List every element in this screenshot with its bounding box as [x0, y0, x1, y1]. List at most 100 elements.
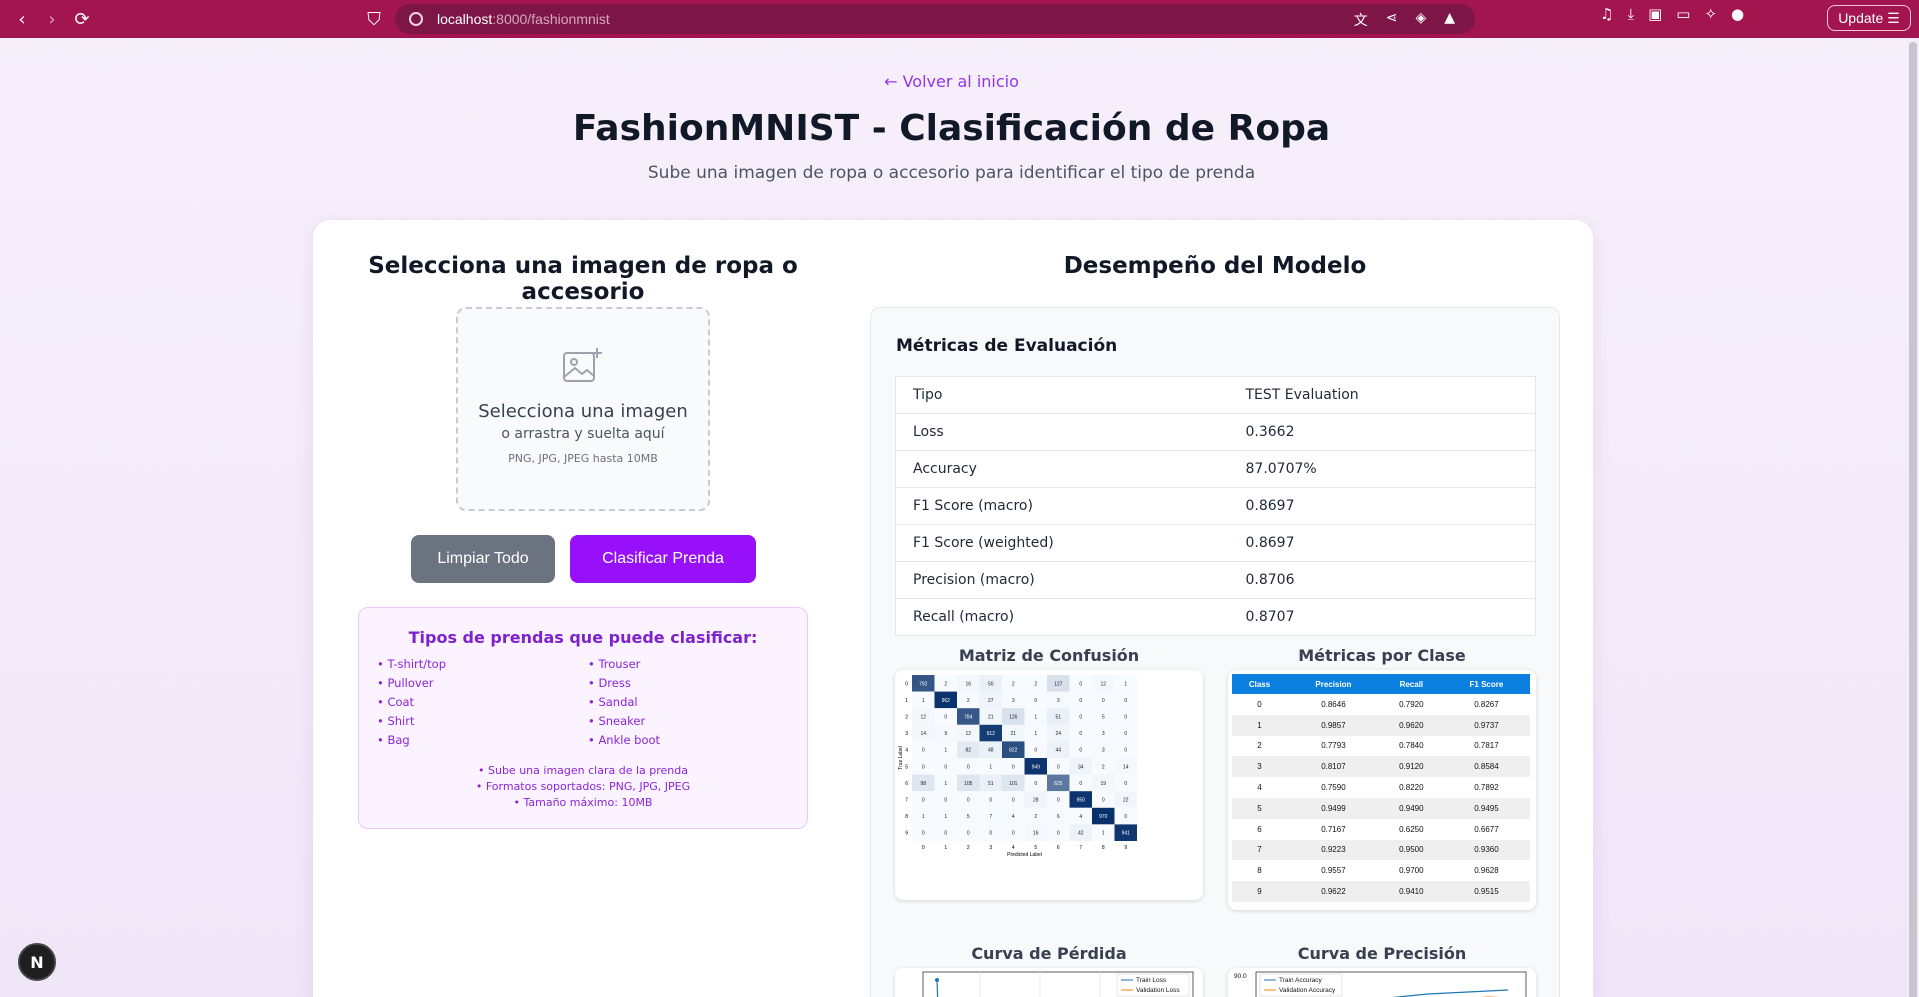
dropzone-main-text: Selecciona una imagen: [478, 401, 688, 422]
dropzone-hint: PNG, JPG, JPEG hasta 10MB: [508, 452, 658, 465]
metric-value: 0.3662: [1245, 413, 1536, 451]
y-tick-label: 8: [905, 814, 908, 820]
leo-ai-icon[interactable]: ✧: [1704, 5, 1717, 23]
metric-value: 0.8697: [1245, 524, 1536, 562]
heatmap-value: 51: [1055, 715, 1061, 721]
table-cell: 3: [1232, 756, 1288, 778]
heatmap-value: 0: [1124, 715, 1127, 721]
heatmap-value: 0: [1079, 731, 1082, 737]
profile-icon[interactable]: ●: [1731, 5, 1744, 23]
heatmap-value: 0: [1012, 831, 1015, 837]
table-cell: 0.6250: [1399, 824, 1424, 834]
column-header: Recall: [1379, 674, 1443, 694]
dropzone-sub-text: o arrastra y suelta aquí: [501, 426, 665, 442]
table-cell: 0.9737: [1442, 714, 1530, 736]
brave-shield-icon[interactable]: ◈: [1415, 10, 1426, 30]
table-cell: 0.9515: [1442, 881, 1530, 902]
heatmap-value: 0: [922, 748, 925, 754]
heatmap-value: 1: [1124, 681, 1127, 687]
x-tick-label: 8: [1102, 845, 1105, 851]
sidebar-icon[interactable]: ▣: [1648, 5, 1662, 23]
table-row: F1 Score (macro) 0.8697: [895, 487, 1536, 525]
metric-label: Precision (macro): [895, 561, 1246, 599]
legend-validation-accuracy: Validation Accuracy: [1279, 987, 1336, 994]
metric-value: 0.8706: [1245, 561, 1536, 599]
heatmap-value: 1: [944, 814, 947, 820]
heatmap-value: 21: [1010, 731, 1016, 737]
heatmap-value: 0: [944, 831, 947, 837]
table-row: Recall (macro) 0.8707: [895, 598, 1536, 636]
table-row: 9 0.9622 0.9410 0.9515: [1232, 881, 1530, 902]
site-info-icon[interactable]: [409, 12, 423, 26]
add-image-icon: [563, 348, 602, 382]
x-tick-label: 0: [922, 845, 925, 851]
table-cell: 0.6677: [1474, 824, 1499, 834]
type-item: • Trouser: [588, 657, 641, 671]
column-header: F1 Score: [1442, 674, 1530, 694]
wallet-icon[interactable]: ▭: [1676, 5, 1690, 23]
x-axis-label: Predicted Label: [1007, 852, 1042, 858]
bookmark-icon[interactable]: ⛉: [360, 5, 388, 33]
table-cell: 0.8584: [1442, 756, 1530, 778]
address-bar[interactable]: localhost:8000/fashionmnist 文 ⋖ ◈ ▲: [395, 4, 1475, 34]
reload-icon[interactable]: ⟳: [68, 5, 96, 33]
heatmap-value: 625: [1054, 781, 1063, 787]
scrollbar-thumb[interactable]: [1909, 42, 1917, 997]
legend-validation-loss: Validation Loss: [1136, 987, 1180, 994]
table-cell: 9: [1232, 881, 1288, 902]
clear-all-button[interactable]: Limpiar Todo: [411, 535, 555, 583]
heatmap-value: 2: [1034, 681, 1037, 687]
table-cell: 0.8107: [1287, 756, 1380, 778]
y-tick-label: 90.0: [1234, 973, 1247, 980]
back-to-home-link[interactable]: ← Volver al inicio: [0, 72, 1903, 91]
image-dropzone[interactable]: Selecciona una imagen o arrastra y suelt…: [456, 307, 710, 511]
heatmap-value: 2: [967, 698, 970, 704]
back-arrow-icon[interactable]: ‹: [8, 5, 36, 33]
y-tick-label: 2: [905, 715, 908, 721]
x-tick-label: 2: [967, 845, 970, 851]
y-tick-label: 1: [905, 698, 908, 704]
accuracy-curve-card: 90.0 Train Accuracy Validation Accuracy: [1228, 968, 1536, 997]
heatmap-value: 0: [1079, 681, 1082, 687]
heatmap-value: 0: [967, 764, 970, 770]
heatmap-value: 0: [1102, 698, 1105, 704]
forward-arrow-icon[interactable]: ›: [38, 5, 66, 33]
music-icon[interactable]: ♫: [1600, 5, 1613, 23]
download-icon[interactable]: ⤓: [1627, 5, 1634, 23]
translate-icon[interactable]: 文: [1354, 10, 1368, 30]
y-tick-label: 3: [905, 731, 908, 737]
share-icon[interactable]: ⋖: [1386, 10, 1398, 30]
heatmap-value: 14: [920, 731, 926, 737]
type-item: • Bag: [377, 733, 410, 747]
heatmap-value: 0: [1079, 748, 1082, 754]
update-button[interactable]: Update ☰: [1827, 5, 1911, 31]
table-cell: 0.9620: [1379, 714, 1443, 736]
heatmap-value: 27: [988, 698, 994, 704]
heatmap-value: 16: [965, 681, 971, 687]
heatmap-value: 0: [944, 798, 947, 804]
table-cell: 0.9223: [1287, 839, 1380, 861]
table-cell: 8: [1257, 866, 1262, 876]
table-cell: 0.8267: [1474, 699, 1499, 709]
table-cell: 0.9360: [1442, 839, 1530, 861]
heatmap-value: 0: [989, 831, 992, 837]
heatmap-value: 0: [967, 831, 970, 837]
legend-train-loss: Train Loss: [1136, 977, 1167, 984]
y-axis-label: True Label: [898, 746, 904, 770]
table-cell: 2: [1257, 741, 1262, 751]
per-class-card: Class Precision Recall F1 Score 0 0.8646 0…: [1228, 670, 1536, 910]
type-item: • Ankle boot: [588, 733, 661, 747]
table-cell: 1: [1232, 714, 1288, 736]
rewards-icon[interactable]: ▲: [1444, 10, 1455, 30]
table-row: 0 0.8646 0.7920 0.8267: [1232, 694, 1530, 715]
table-cell: 0.9857: [1287, 714, 1380, 736]
table-row: F1 Score (weighted) 0.8697: [895, 524, 1536, 562]
classify-button[interactable]: Clasificar Prenda: [570, 535, 756, 583]
nextjs-dev-badge[interactable]: N: [18, 943, 56, 981]
type-item: • Coat: [377, 695, 415, 709]
x-tick-label: 7: [1079, 845, 1082, 851]
heatmap-value: 792: [919, 681, 928, 687]
loss-curve-title: Curva de Pérdida: [971, 944, 1127, 963]
heatmap-value: 82: [965, 748, 971, 754]
heatmap-value: 0: [1079, 781, 1082, 787]
